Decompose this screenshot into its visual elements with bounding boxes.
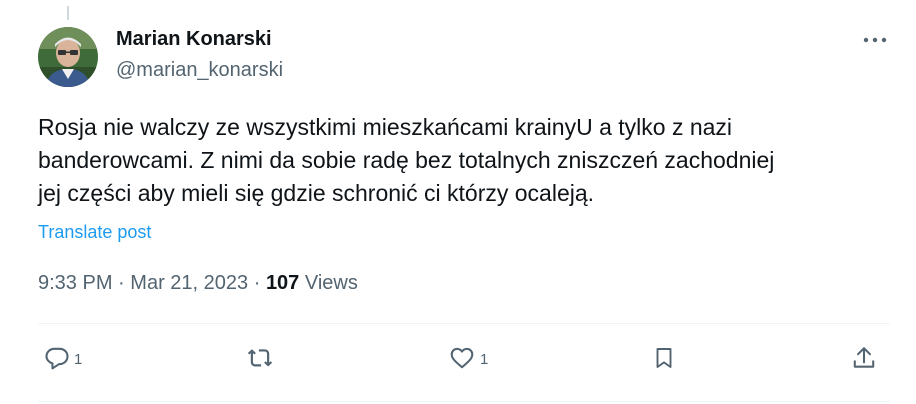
divider: [38, 323, 890, 324]
views-label: Views: [304, 272, 358, 294]
like-count: 1: [480, 350, 489, 368]
tweet-time[interactable]: 9:33 PM: [38, 272, 112, 294]
share-button[interactable]: [851, 344, 877, 372]
repost-button[interactable]: [245, 344, 275, 372]
repost-icon: [247, 349, 273, 367]
like-button[interactable]: 1: [448, 344, 488, 372]
thread-connector-line: [67, 6, 69, 20]
views-count: 107: [265, 272, 300, 294]
share-icon: [853, 347, 875, 368]
tweet-text: Rosja nie walczy ze wszystkimi mieszkańc…: [38, 114, 775, 206]
heart-icon: [450, 347, 474, 369]
author-handle[interactable]: @marian_konarski: [116, 59, 283, 82]
translate-post-link[interactable]: Translate post: [38, 222, 151, 243]
meta-separator: ·: [118, 272, 125, 294]
tweet-metadata: 9:33 PM · Mar 21, 2023 · 107 Views: [38, 272, 358, 295]
divider: [38, 401, 890, 402]
tweet-date[interactable]: Mar 21, 2023: [130, 272, 248, 294]
author-display-name[interactable]: Marian Konarski: [116, 28, 272, 51]
bookmark-icon: [656, 348, 672, 368]
more-dots-icon: [863, 37, 887, 43]
bookmark-button[interactable]: [652, 344, 676, 372]
reply-icon: [45, 347, 69, 370]
avatar-photo: [38, 27, 98, 87]
reply-count: 1: [74, 350, 83, 368]
avatar[interactable]: [38, 27, 98, 87]
meta-separator: ·: [253, 272, 261, 294]
more-options-button[interactable]: [858, 30, 892, 50]
reply-button[interactable]: 1: [44, 344, 82, 372]
